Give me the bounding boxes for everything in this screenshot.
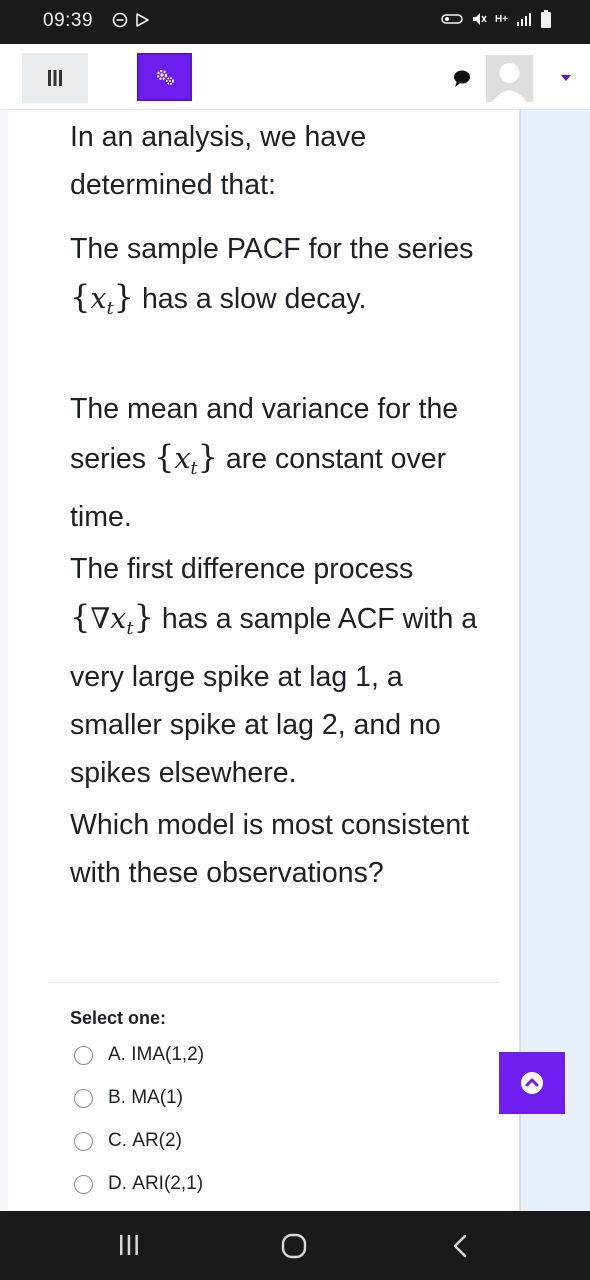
option-letter: B. xyxy=(108,1087,126,1108)
home-icon xyxy=(281,1233,307,1259)
user-avatar-icon xyxy=(486,55,533,102)
answer-option-b[interactable]: B. MA(1) xyxy=(74,1083,183,1113)
question-point-3: The first difference process {∇xt} has a… xyxy=(70,545,500,797)
recent-apps-button[interactable] xyxy=(119,1233,139,1262)
gear-icon xyxy=(156,69,174,85)
nabla-symbol: ∇ xyxy=(90,602,111,635)
option-text: AR(2) xyxy=(132,1130,182,1151)
series-symbol: x xyxy=(110,602,127,635)
series-math: {xt} xyxy=(70,278,135,319)
play-store-icon xyxy=(136,13,149,27)
option-letter: A. xyxy=(108,1044,126,1065)
back-chevron-icon xyxy=(453,1234,467,1258)
question-prompt: Which model is most consistent with thes… xyxy=(70,809,470,889)
chat-bubble-icon xyxy=(454,70,470,87)
point-3-text-before: The first difference process xyxy=(70,553,414,585)
series-subscript: t xyxy=(106,298,114,319)
point-1-text-after: has a slow decay. xyxy=(134,283,367,315)
series-subscript: t xyxy=(190,458,198,479)
difference-math: {∇xt} xyxy=(70,598,154,639)
series-symbol: x xyxy=(174,442,191,475)
status-notification-icons xyxy=(112,12,150,28)
question-intro: In an analysis, we have determined that: xyxy=(70,121,367,201)
system-navigation-bar xyxy=(0,1211,590,1280)
minus-circle-icon xyxy=(112,12,128,28)
signal-icon xyxy=(517,13,531,26)
option-letter: D. xyxy=(108,1173,127,1194)
radio-button[interactable] xyxy=(74,1045,93,1065)
series-math: {xt} xyxy=(153,438,218,479)
user-avatar[interactable] xyxy=(486,55,533,102)
series-subscript: t xyxy=(126,618,134,639)
user-menu-toggle[interactable] xyxy=(560,69,572,87)
network-type-label: H+ xyxy=(494,13,508,25)
option-text: ARI(2,1) xyxy=(132,1173,204,1194)
question-point-2: The mean and variance for the series {xt… xyxy=(70,385,500,541)
back-button[interactable] xyxy=(452,1233,468,1264)
point-1-text-before: The sample PACF for the series xyxy=(70,233,474,265)
option-text: IMA(1,2) xyxy=(131,1044,205,1065)
radio-button[interactable] xyxy=(74,1131,93,1151)
radio-button[interactable] xyxy=(74,1174,93,1194)
select-one-label: Select one: xyxy=(70,1008,167,1028)
answer-option-a[interactable]: A. IMA(1,2) xyxy=(74,1040,204,1070)
home-button[interactable] xyxy=(281,1233,307,1264)
menu-button[interactable] xyxy=(22,53,88,103)
status-bar: 09:39 H+ xyxy=(0,0,590,44)
radio-button[interactable] xyxy=(74,1088,93,1108)
recent-apps-icon xyxy=(120,1235,138,1255)
answer-option-d[interactable]: D. ARI(2,1) xyxy=(74,1169,203,1199)
question-point-1: The sample PACF for the series {xt} has … xyxy=(70,225,500,333)
chevron-up-icon xyxy=(521,1072,543,1094)
page-gutter xyxy=(0,110,8,1211)
mute-icon xyxy=(472,13,487,25)
battery-icon xyxy=(541,10,551,28)
top-navbar xyxy=(0,44,590,110)
option-letter: C. xyxy=(108,1130,127,1151)
answer-option-c[interactable]: C. AR(2) xyxy=(74,1126,182,1156)
page-side-panel xyxy=(520,110,590,1211)
answer-divider xyxy=(48,982,500,983)
series-symbol: x xyxy=(90,282,107,315)
hamburger-icon xyxy=(48,70,62,86)
scroll-to-top-button[interactable] xyxy=(499,1052,565,1114)
caret-down-icon xyxy=(561,75,571,81)
option-text: MA(1) xyxy=(131,1087,183,1108)
vpn-key-icon xyxy=(441,14,463,24)
status-system-icons: H+ xyxy=(441,10,552,28)
settings-button[interactable] xyxy=(137,53,192,101)
status-time: 09:39 xyxy=(43,10,94,31)
messages-button[interactable] xyxy=(452,68,472,93)
